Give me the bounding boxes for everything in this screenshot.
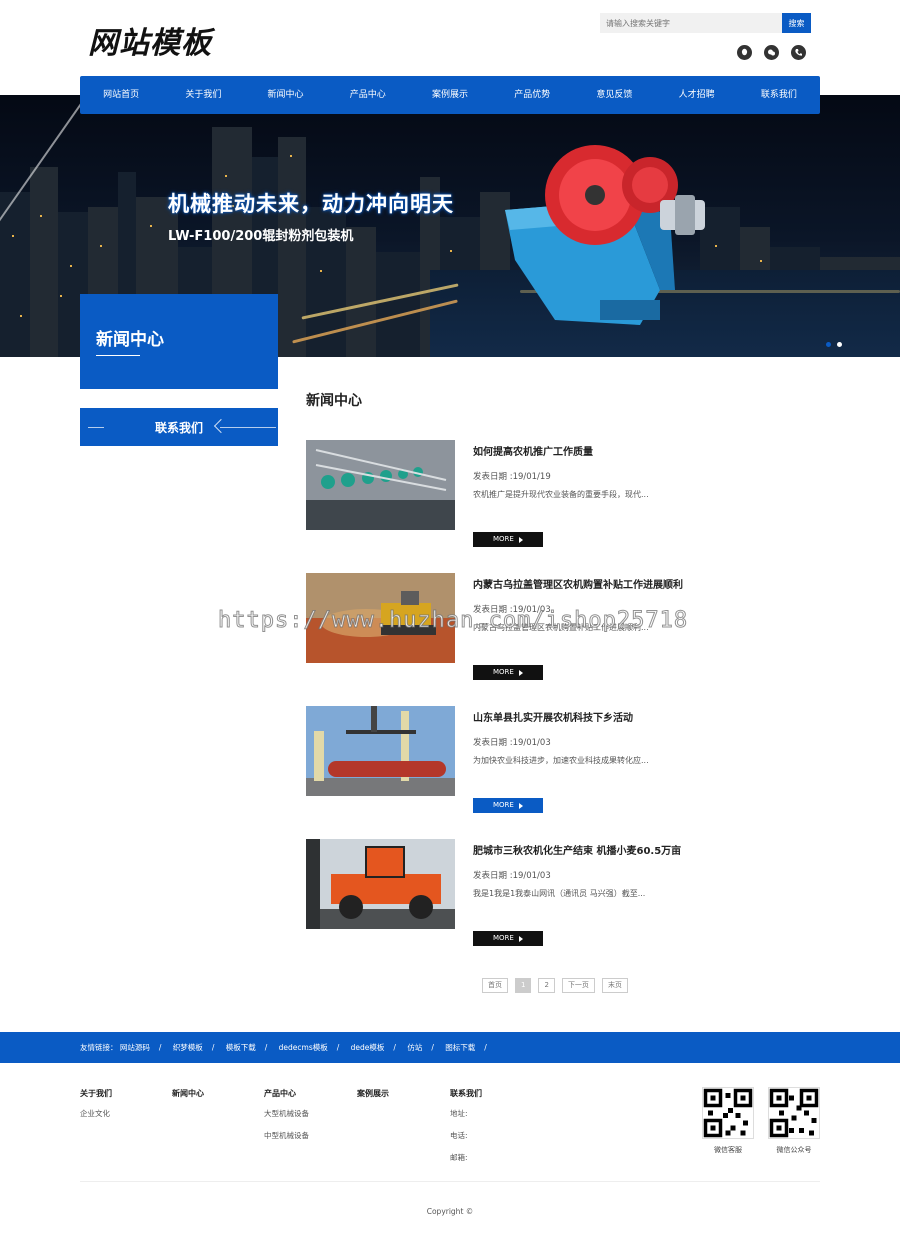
news-thumbnail[interactable] bbox=[306, 440, 455, 530]
footer-link[interactable]: 中型机械设备 bbox=[264, 1130, 309, 1141]
search-input[interactable] bbox=[600, 13, 782, 33]
banner-dot[interactable] bbox=[826, 342, 831, 347]
page-first[interactable]: 首页 bbox=[482, 978, 508, 993]
nav-item[interactable]: 人才招聘 bbox=[656, 76, 738, 114]
page-last[interactable]: 末页 bbox=[601, 978, 628, 993]
nav-item[interactable]: 关于我们 bbox=[162, 76, 244, 114]
news-title[interactable]: 内蒙古乌拉盖管理区农机购置补贴工作进展顺利 bbox=[473, 576, 683, 591]
friend-link[interactable]: 织梦模板 bbox=[173, 1043, 203, 1052]
qr-caption: 微信公众号 bbox=[776, 1146, 812, 1154]
news-title[interactable]: 山东单县扎实开展农机科技下乡活动 bbox=[473, 709, 633, 724]
page-current[interactable]: 1 bbox=[515, 978, 532, 993]
friend-link[interactable]: 仿站 bbox=[407, 1043, 422, 1052]
nav-item[interactable]: 网站首页 bbox=[80, 76, 162, 114]
banner-dots bbox=[826, 342, 842, 347]
site-logo[interactable]: 网站模板 bbox=[88, 18, 212, 62]
friend-link[interactable]: 图标下载 bbox=[445, 1043, 475, 1052]
qq-icon[interactable] bbox=[737, 45, 752, 60]
wechat-icon[interactable] bbox=[764, 45, 779, 60]
sidebar-title-box: 新闻中心 bbox=[80, 294, 278, 389]
footer-col-cases: 案例展示 bbox=[357, 1088, 389, 1108]
footer-link[interactable]: 大型机械设备 bbox=[264, 1108, 309, 1119]
friend-link[interactable]: dede模板 bbox=[351, 1043, 385, 1052]
nav-item[interactable]: 新闻中心 bbox=[244, 76, 326, 114]
news-date: 发表日期 :19/01/19 bbox=[473, 472, 551, 482]
news-desc: 农机推广是提升现代农业装备的重要手段，现代... bbox=[473, 490, 649, 499]
copyright: Copyright © bbox=[426, 1207, 474, 1216]
nav-item[interactable]: 联系我们 bbox=[738, 76, 820, 114]
footer-col-title[interactable]: 新闻中心 bbox=[172, 1088, 204, 1099]
news-item[interactable]: 如何提高农机推广工作质量 发表日期 :19/01/19 农机推广是提升现代农业装… bbox=[306, 440, 786, 550]
banner-subtitle: LW-F100/200辊封粉剂包装机 bbox=[168, 229, 354, 244]
sidebar-title: 新闻中心 bbox=[96, 330, 164, 350]
news-item[interactable]: 山东单县扎实开展农机科技下乡活动 发表日期 :19/01/03 为加快农业科技进… bbox=[306, 706, 786, 816]
footer-email: 邮箱: bbox=[450, 1153, 468, 1162]
main-section-title: 新闻中心 bbox=[306, 393, 362, 409]
banner-title: 机械推动未来，动力冲向明天 bbox=[168, 191, 454, 216]
footer-col-title[interactable]: 联系我们 bbox=[450, 1088, 482, 1099]
footer-phone: 电话: bbox=[450, 1131, 468, 1140]
search-bar: 搜索 bbox=[600, 13, 812, 33]
news-desc: 为加快农业科技进步，加速农业科技成果转化应... bbox=[473, 756, 649, 765]
page-number[interactable]: 2 bbox=[538, 978, 555, 993]
footer-link[interactable]: 企业文化 bbox=[80, 1108, 112, 1119]
main-nav: 网站首页 关于我们 新闻中心 产品中心 案例展示 产品优势 意见反馈 人才招聘 … bbox=[80, 76, 820, 114]
friend-links-label: 友情链接： bbox=[80, 1043, 118, 1052]
news-title[interactable]: 肥城市三秋农机化生产结束 机播小麦60.5万亩 bbox=[473, 842, 681, 857]
nav-item[interactable]: 案例展示 bbox=[409, 76, 491, 114]
footer-col-about: 关于我们 企业文化 bbox=[80, 1088, 112, 1130]
footer-col-title[interactable]: 产品中心 bbox=[264, 1088, 309, 1099]
more-button[interactable]: MORE bbox=[473, 665, 543, 680]
qr-caption: 微信客服 bbox=[714, 1146, 742, 1154]
footer-col-title[interactable]: 关于我们 bbox=[80, 1088, 112, 1099]
more-button[interactable]: MORE bbox=[473, 931, 543, 946]
footer-address: 地址: bbox=[450, 1109, 468, 1118]
nav-item[interactable]: 产品中心 bbox=[327, 76, 409, 114]
watermark-text: https://www.huzhan.com/ishop25718 bbox=[217, 608, 689, 634]
qr-code-icon bbox=[768, 1087, 820, 1139]
friend-link[interactable]: 网站源码 bbox=[120, 1043, 150, 1052]
footer-col-contact: 联系我们 地址: 电话: 邮箱: bbox=[450, 1088, 482, 1174]
news-date: 发表日期 :19/01/03 bbox=[473, 871, 551, 881]
more-button[interactable]: MORE bbox=[473, 532, 543, 547]
sidebar-title-underline bbox=[96, 355, 140, 356]
page-root: 网站模板 搜索 bbox=[0, 0, 900, 1240]
qr-code-icon bbox=[702, 1087, 754, 1139]
news-item[interactable]: 肥城市三秋农机化生产结束 机播小麦60.5万亩 发表日期 :19/01/03 我… bbox=[306, 839, 786, 949]
footer-col-products: 产品中心 大型机械设备 中型机械设备 bbox=[264, 1088, 309, 1152]
search-button[interactable]: 搜索 bbox=[782, 13, 811, 33]
nav-item[interactable]: 意见反馈 bbox=[573, 76, 655, 114]
news-thumbnail[interactable] bbox=[306, 839, 455, 929]
nav-item[interactable]: 产品优势 bbox=[491, 76, 573, 114]
phone-icon[interactable] bbox=[791, 45, 806, 60]
news-thumbnail[interactable] bbox=[306, 706, 455, 796]
crusher-machine-image bbox=[505, 145, 705, 325]
friend-link[interactable]: dedecms模板 bbox=[279, 1043, 328, 1052]
banner-dot[interactable] bbox=[837, 342, 842, 347]
pagination: 首页 1 2 下一页 末页 bbox=[482, 978, 628, 993]
friend-links-bar: 友情链接： 网站源码 / 织梦模板 / 模板下载 / dedecms模板 / dede模… bbox=[0, 1032, 900, 1063]
sidebar-contact-button[interactable]: 联系我们 bbox=[80, 408, 278, 446]
footer-col-title[interactable]: 案例展示 bbox=[357, 1088, 389, 1099]
friend-link[interactable]: 模板下载 bbox=[226, 1043, 256, 1052]
news-desc: 我是1我是1我泰山网讯（通讯员 马兴强）截至... bbox=[473, 889, 646, 898]
footer-col-news: 新闻中心 bbox=[172, 1088, 204, 1108]
news-title[interactable]: 如何提高农机推广工作质量 bbox=[473, 443, 593, 458]
page-next[interactable]: 下一页 bbox=[561, 978, 595, 993]
more-button[interactable]: MORE bbox=[473, 798, 543, 813]
footer-divider bbox=[80, 1181, 820, 1182]
news-date: 发表日期 :19/01/03 bbox=[473, 738, 551, 748]
